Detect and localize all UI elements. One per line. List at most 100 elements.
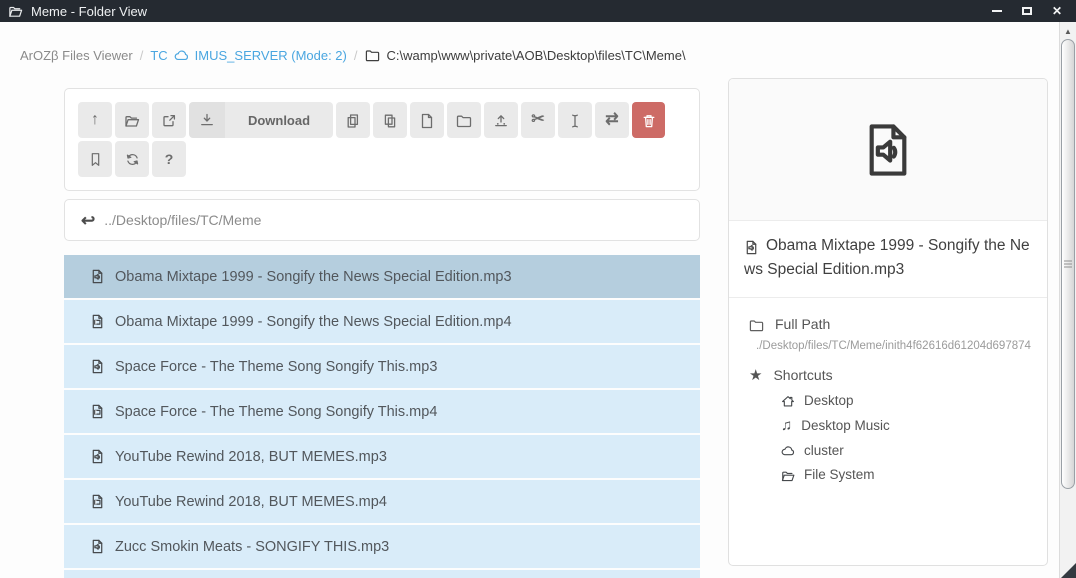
toolbar: ↑ Download ✂ ⇄ ? xyxy=(64,88,700,191)
shortcut-cluster[interactable]: cluster xyxy=(729,438,1047,462)
window-resize-grip[interactable] xyxy=(1061,563,1076,578)
audio-file-icon xyxy=(90,269,105,285)
home-icon xyxy=(781,392,795,407)
open-external-button[interactable] xyxy=(152,102,186,138)
new-file-button[interactable] xyxy=(410,102,444,138)
audio-file-icon xyxy=(859,118,917,182)
vertical-scrollbar[interactable]: ▲ xyxy=(1059,22,1076,578)
refresh-icon xyxy=(125,151,140,168)
paste-button[interactable] xyxy=(373,102,407,138)
file-name: Zucc Smokin Meats - SONGIFY THIS.mp3 xyxy=(115,539,389,555)
list-item[interactable]: YouTube Rewind 2018, BUT MEMES.mp3 xyxy=(64,435,700,478)
external-link-icon xyxy=(161,111,177,128)
bookmark-button[interactable] xyxy=(78,141,112,177)
video-file-icon xyxy=(90,494,105,510)
music-note-icon: ♫ xyxy=(781,417,792,434)
delete-button[interactable] xyxy=(632,102,665,138)
file-name: Obama Mixtape 1999 - Songify the News Sp… xyxy=(115,314,512,330)
help-icon: ? xyxy=(165,152,174,166)
file-preview xyxy=(729,79,1047,221)
file-name: Space Force - The Theme Song Songify Thi… xyxy=(115,404,437,420)
breadcrumb: ArOZβ Files Viewer / TC IMUS_SERVER (Mod… xyxy=(20,47,686,63)
audio-file-icon xyxy=(744,237,766,254)
copy-icon xyxy=(345,111,361,128)
list-item[interactable]: Obama Mixtape 1999 - Songify the News Sp… xyxy=(64,255,700,298)
file-name: YouTube Rewind 2018, BUT MEMES.mp3 xyxy=(115,449,387,465)
file-name: Space Force - The Theme Song Songify Thi… xyxy=(115,359,437,375)
breadcrumb-server-link[interactable]: TC IMUS_SERVER (Mode: 2) xyxy=(150,47,347,63)
close-button[interactable]: ✕ xyxy=(1050,4,1064,18)
rename-button[interactable] xyxy=(558,102,592,138)
file-properties-panel: Obama Mixtape 1999 - Songify the News Sp… xyxy=(728,78,1048,566)
full-path-value: ./Desktop/files/TC/Meme/inith4f62616d612… xyxy=(729,337,1047,362)
help-button[interactable]: ? xyxy=(152,141,186,177)
file-name: Obama Mixtape 1999 - Songify the News Sp… xyxy=(115,269,512,285)
breadcrumb-separator: / xyxy=(140,48,144,63)
shortcut-label: File System xyxy=(804,467,875,482)
list-item[interactable]: YouTube Rewind 2018, BUT MEMES.mp4 xyxy=(64,480,700,523)
maximize-icon xyxy=(1022,7,1032,15)
up-icon: ↑ xyxy=(91,112,99,128)
list-item[interactable]: Zucc Smokin Meats - SONGIFY THIS.mp3 xyxy=(64,525,700,568)
upload-button[interactable] xyxy=(484,102,518,138)
list-item[interactable]: Space Force - The Theme Song Songify Thi… xyxy=(64,390,700,433)
breadcrumb-app-name[interactable]: ArOZβ Files Viewer xyxy=(20,48,133,63)
cut-icon: ✂ xyxy=(531,112,544,128)
folder-icon xyxy=(749,316,764,333)
new-folder-button[interactable] xyxy=(447,102,481,138)
back-icon[interactable]: ↩ xyxy=(81,212,95,229)
scrollbar-thumb[interactable] xyxy=(1061,39,1075,489)
download-icon xyxy=(189,102,225,138)
open-folder-icon xyxy=(124,111,140,128)
selected-file-title: Obama Mixtape 1999 - Songify the News Sp… xyxy=(729,221,1047,298)
titlebar: Meme - Folder View ✕ xyxy=(0,0,1076,22)
maximize-button[interactable] xyxy=(1020,4,1034,18)
selected-file-name: Obama Mixtape 1999 - Songify the News Sp… xyxy=(744,237,1030,278)
cut-button[interactable]: ✂ xyxy=(521,102,555,138)
shortcut-desktop[interactable]: Desktop xyxy=(729,388,1047,412)
copy-button[interactable] xyxy=(336,102,370,138)
open-button[interactable] xyxy=(115,102,149,138)
download-button-label: Download xyxy=(225,102,333,138)
download-button[interactable]: Download xyxy=(189,102,333,138)
star-icon: ★ xyxy=(749,366,762,384)
scrollbar-up-arrow-icon[interactable]: ▲ xyxy=(1060,24,1076,38)
shortcut-file-system[interactable]: File System xyxy=(729,463,1047,487)
shortcuts-section: ★ Shortcuts xyxy=(729,362,1047,388)
breadcrumb-server: IMUS_SERVER (Mode: 2) xyxy=(195,48,347,63)
bookmark-icon xyxy=(88,151,103,168)
breadcrumb-current-path[interactable]: C:\wamp\www\private\AOB\Desktop\files\TC… xyxy=(365,47,686,63)
audio-file-icon xyxy=(90,359,105,375)
video-file-icon xyxy=(90,314,105,330)
delete-icon xyxy=(641,111,657,128)
list-item-partial[interactable] xyxy=(64,570,700,578)
file-details: Full Path ./Desktop/files/TC/Meme/inith4… xyxy=(729,298,1047,487)
rename-icon xyxy=(567,111,583,128)
audio-file-icon xyxy=(90,449,105,465)
shortcut-label: Desktop xyxy=(804,393,854,408)
swap-button[interactable]: ⇄ xyxy=(595,102,629,138)
list-item[interactable]: Space Force - The Theme Song Songify Thi… xyxy=(64,345,700,388)
video-file-icon xyxy=(90,404,105,420)
breadcrumb-path-text: C:\wamp\www\private\AOB\Desktop\files\TC… xyxy=(387,48,686,63)
swap-icon: ⇄ xyxy=(605,112,618,128)
path-bar: ↩ ../Desktop/files/TC/Meme xyxy=(64,199,700,241)
folder-open-icon xyxy=(781,467,795,482)
list-item[interactable]: Obama Mixtape 1999 - Songify the News Sp… xyxy=(64,300,700,343)
breadcrumb-drive: TC xyxy=(150,48,167,63)
shortcut-desktop-music[interactable]: ♫ Desktop Music xyxy=(729,412,1047,438)
shortcut-label: cluster xyxy=(804,443,844,458)
app-window: Meme - Folder View ✕ ArOZβ Files Viewer … xyxy=(0,0,1076,578)
file-list: Obama Mixtape 1999 - Songify the News Sp… xyxy=(64,255,700,578)
shortcuts-label: Shortcuts xyxy=(773,367,832,383)
minimize-button[interactable] xyxy=(990,4,1004,18)
go-up-button[interactable]: ↑ xyxy=(78,102,112,138)
app-folder-icon xyxy=(8,4,23,19)
cloud-icon xyxy=(781,443,795,458)
paste-icon xyxy=(382,111,398,128)
refresh-button[interactable] xyxy=(115,141,149,177)
upload-icon xyxy=(493,111,509,128)
window-title: Meme - Folder View xyxy=(31,4,147,19)
audio-file-icon xyxy=(90,539,105,555)
folder-icon xyxy=(365,47,380,63)
